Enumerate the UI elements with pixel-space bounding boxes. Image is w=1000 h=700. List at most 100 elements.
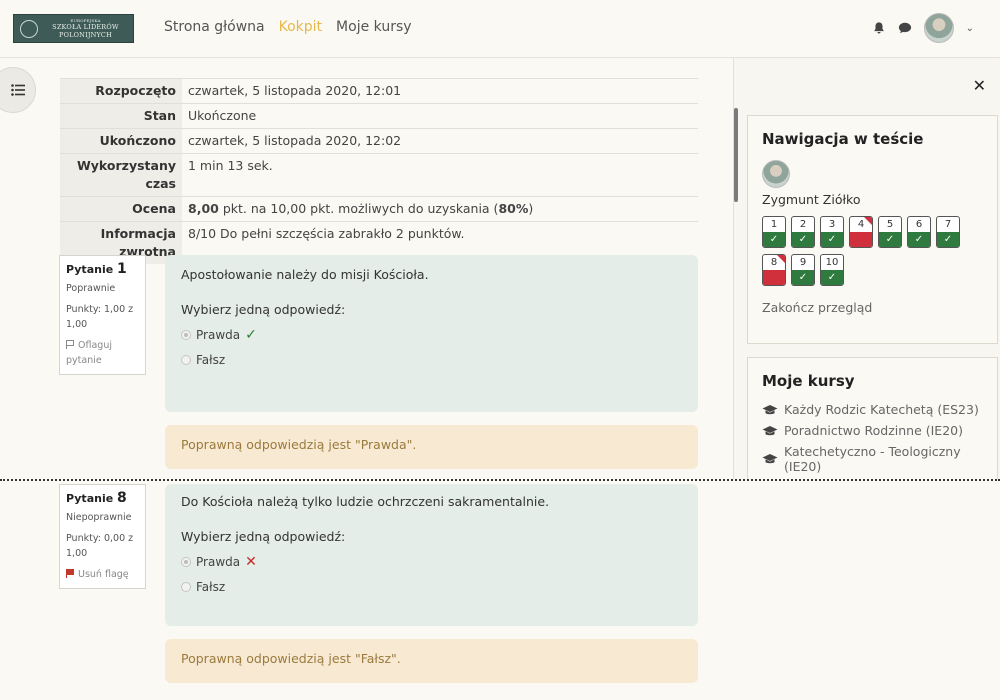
question-info: Pytanie 8 Niepoprawnie Punkty: 0,00 z 1,…: [59, 484, 146, 589]
incorrect-marker: [763, 270, 785, 285]
course-link[interactable]: Poradnictwo Rodzinne (IE20): [762, 423, 983, 438]
close-icon[interactable]: ✕: [973, 76, 986, 95]
check-icon: ✓: [763, 232, 785, 247]
answer-radio[interactable]: [181, 355, 191, 365]
grade-value: 8,00 pkt. na 10,00 pkt. możliwych do uzy…: [182, 196, 698, 222]
answer-option: Fałsz: [181, 353, 682, 367]
question-state: Poprawnie: [66, 283, 116, 294]
cross-icon: ✕: [245, 554, 257, 570]
question-feedback: Poprawną odpowiedzią jest "Prawda".: [165, 425, 698, 469]
messages-icon[interactable]: [898, 21, 912, 35]
user-menu-area: ⌄: [872, 13, 974, 43]
incorrect-marker: [850, 232, 872, 247]
question-nav-button[interactable]: 7 ✓: [936, 216, 960, 248]
question-nav-button[interactable]: 8: [762, 254, 786, 286]
course-link[interactable]: Katechetyczno - Teologiczny (IE20): [762, 444, 983, 474]
navbar: EUROPEJSKA SZKOŁA LIDERÓW POLONIJNYCH St…: [0, 0, 1000, 58]
summary-row: Wykorzystany czas 1 min 13 sek.: [60, 153, 698, 197]
question-number: 1: [117, 261, 127, 277]
summary-row: Stan Ukończone: [60, 103, 698, 129]
my-courses-block: Moje kursy Każdy Rodzic Katechetą (ES23)…: [747, 357, 998, 479]
attempt-summary-table: Rozpoczęto czwartek, 5 listopada 2020, 1…: [60, 78, 698, 264]
question-nav-button[interactable]: 1 ✓: [762, 216, 786, 248]
question-nav-button[interactable]: 3 ✓: [820, 216, 844, 248]
chevron-down-icon[interactable]: ⌄: [966, 23, 974, 34]
list-icon: [11, 84, 25, 96]
check-icon: ✓: [245, 327, 257, 343]
check-icon: ✓: [821, 270, 843, 285]
answer-radio[interactable]: [181, 557, 191, 567]
block-title: Moje kursy: [762, 372, 855, 390]
check-icon: ✓: [821, 232, 843, 247]
flag-question-link[interactable]: Oflaguj pytanie: [66, 338, 139, 368]
graduation-cap-icon: [762, 425, 778, 435]
check-icon: ✓: [792, 232, 814, 247]
question-info: Pytanie 1 Poprawnie Punkty: 1,00 z 1,00 …: [59, 255, 146, 375]
flag-icon: [66, 340, 74, 349]
question-nav-button[interactable]: 10 ✓: [820, 254, 844, 286]
course-link[interactable]: Każdy Rodzic Katechetą (ES23): [762, 402, 983, 417]
nav-my-courses[interactable]: Moje kursy: [336, 19, 411, 35]
summary-label: Ocena: [60, 196, 182, 222]
question-feedback: Poprawną odpowiedzią jest "Fałsz".: [165, 639, 698, 683]
finish-review-link[interactable]: Zakończ przegląd: [762, 300, 983, 315]
question-nav-button[interactable]: 2 ✓: [791, 216, 815, 248]
answer-prompt: Wybierz jedną odpowiedź:: [181, 529, 346, 544]
summary-value: czwartek, 5 listopada 2020, 12:02: [182, 128, 698, 154]
right-drawer: ✕ Nawigacja w teście Zygmunt Ziółko 1 ✓ 2 ✓…: [733, 58, 1000, 479]
summary-value: czwartek, 5 listopada 2020, 12:01: [182, 78, 698, 104]
flag-icon: [66, 569, 74, 578]
logo-emblem-icon: [20, 19, 38, 38]
course-index-toggle[interactable]: [0, 67, 36, 113]
answer-radio[interactable]: [181, 330, 191, 340]
graduation-cap-icon: [762, 404, 778, 414]
question-points: Punkty: 1,00 z 1,00: [66, 304, 134, 330]
question-nav-button[interactable]: 9 ✓: [791, 254, 815, 286]
nav-home[interactable]: Strona główna: [164, 19, 265, 35]
user-avatar[interactable]: [923, 13, 954, 43]
site-logo[interactable]: EUROPEJSKA SZKOŁA LIDERÓW POLONIJNYCH: [13, 14, 134, 43]
check-icon: ✓: [937, 232, 959, 247]
block-title: Nawigacja w teście: [762, 130, 924, 148]
question-text: Do Kościoła należą tylko ludzie ochrzcze…: [181, 494, 550, 509]
logo-text-line3: POLONIJNYCH: [59, 31, 112, 39]
summary-label: Stan: [60, 103, 182, 129]
graduation-cap-icon: [762, 454, 778, 464]
question-state: Niepoprawnie: [66, 512, 132, 523]
question-points: Punkty: 0,00 z 1,00: [66, 533, 134, 559]
answer-option: Fałsz: [181, 580, 682, 594]
summary-label: Ukończono: [60, 128, 182, 154]
capture-separator: [0, 479, 1000, 481]
check-icon: ✓: [792, 270, 814, 285]
summary-value: Ukończone: [182, 103, 698, 129]
question-formulation: Do Kościoła należą tylko ludzie ochrzcze…: [165, 484, 698, 626]
question-nav-button[interactable]: 4: [849, 216, 873, 248]
user-avatar: [762, 160, 790, 188]
check-icon: ✓: [908, 232, 930, 247]
bell-icon[interactable]: [872, 21, 886, 35]
question-text: Apostołowanie należy do misji Kościoła.: [181, 267, 429, 282]
summary-row: Ukończono czwartek, 5 listopada 2020, 12…: [60, 128, 698, 154]
question-nav-grid: 1 ✓ 2 ✓ 3 ✓ 4 5 ✓ 6 ✓ 7 ✓ 8 9 ✓ 10 ✓: [762, 216, 972, 286]
remove-flag-link[interactable]: Usuń flagę: [66, 567, 139, 582]
answer-prompt: Wybierz jedną odpowiedź:: [181, 302, 346, 317]
summary-row: Ocena 8,00 pkt. na 10,00 pkt. możliwych …: [60, 196, 698, 222]
check-icon: ✓: [879, 232, 901, 247]
question-nav-button[interactable]: 5 ✓: [878, 216, 902, 248]
question-nav-button[interactable]: 6 ✓: [907, 216, 931, 248]
summary-value: 1 min 13 sek.: [182, 153, 698, 197]
user-name: Zygmunt Ziółko: [762, 192, 861, 207]
answer-option: Prawda ✕: [181, 554, 682, 570]
answer-radio[interactable]: [181, 582, 191, 592]
page-scrollbar[interactable]: [734, 108, 738, 202]
logo-text-line2: SZKOŁA LIDERÓW: [52, 23, 119, 31]
primary-nav: Strona główna Kokpit Moje kursy: [164, 19, 412, 35]
quiz-navigation-block: Nawigacja w teście Zygmunt Ziółko 1 ✓ 2 ✓ 3 ✓…: [747, 115, 998, 344]
nav-dashboard[interactable]: Kokpit: [279, 19, 322, 35]
answer-option: Prawda ✓: [181, 327, 682, 343]
question-number: 8: [117, 490, 127, 506]
summary-row: Rozpoczęto czwartek, 5 listopada 2020, 1…: [60, 78, 698, 104]
summary-label: Wykorzystany czas: [60, 153, 182, 197]
question-formulation: Apostołowanie należy do misji Kościoła. …: [165, 255, 698, 412]
summary-label: Rozpoczęto: [60, 78, 182, 104]
